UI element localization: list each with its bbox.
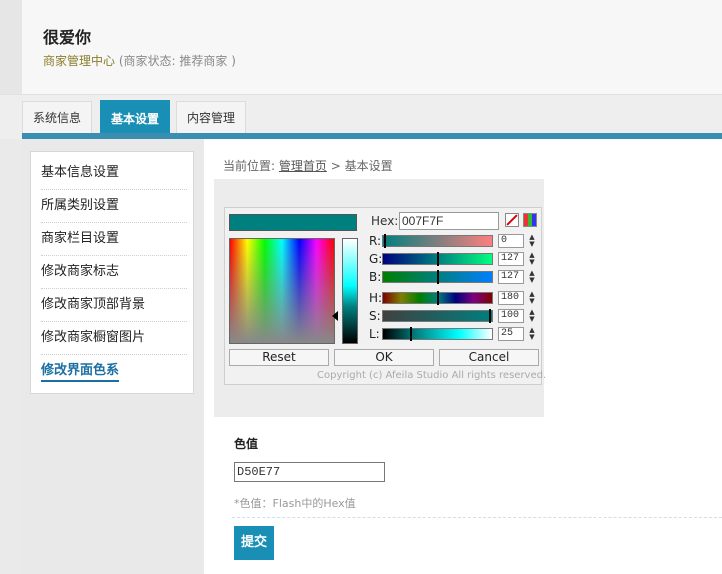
slider-l-thumb[interactable] [410, 327, 412, 341]
sidebar-item-logo[interactable]: 修改商家标志 [41, 256, 187, 289]
submit-button[interactable]: 提交 [234, 526, 274, 560]
header-left-strip [0, 0, 22, 94]
main-content: 当前位置: 管理首页 > 基本设置 Hex: 007F7F R: 0 ▲ ▼ G:… [204, 139, 722, 574]
slider-l[interactable] [382, 327, 493, 341]
channel-s-label: S: [369, 309, 381, 323]
luminance-bar[interactable] [342, 238, 358, 344]
tab-content-management[interactable]: 内容管理 [176, 101, 246, 133]
page-header: 很爱你 商家管理中心 (商家状态: 推荐商家 ) [0, 0, 722, 95]
color-picker-area: Hex: 007F7F R: 0 ▲ ▼ G: 127 ▲ ▼ B: 127 ▲ ▼ … [214, 179, 546, 417]
spinner-b-icon[interactable]: ▲ ▼ [527, 270, 537, 284]
value-s[interactable]: 100 [498, 309, 524, 323]
form-divider [232, 517, 722, 518]
hex-label: Hex: [371, 214, 399, 228]
palette-icon[interactable] [523, 213, 537, 227]
channel-b-label: B: [369, 270, 382, 284]
slider-r[interactable] [382, 234, 493, 248]
slider-b-thumb[interactable] [437, 270, 439, 284]
sidebar-item-color-scheme[interactable]: 修改界面色系 [41, 355, 187, 387]
no-color-icon[interactable] [505, 213, 519, 227]
breadcrumb: 当前位置: 管理首页 > 基本设置 [223, 157, 393, 174]
slider-b[interactable] [382, 270, 493, 284]
value-g[interactable]: 127 [498, 252, 524, 266]
sidebar-item-columns[interactable]: 商家栏目设置 [41, 223, 187, 256]
picker-copyright: Copyright (c) Afeila Studio All rights r… [317, 370, 547, 381]
channel-l-label: L: [369, 327, 380, 341]
luminance-pointer-icon[interactable] [332, 311, 338, 321]
breadcrumb-separator: > [330, 159, 341, 173]
channel-r-label: R: [369, 234, 382, 248]
sidebar-item-category[interactable]: 所属类别设置 [41, 190, 187, 223]
spinner-r-icon[interactable]: ▲ ▼ [527, 234, 537, 248]
spinner-g-icon[interactable]: ▲ ▼ [527, 252, 537, 266]
hue-saturation-field[interactable] [229, 238, 335, 344]
cancel-button[interactable]: Cancel [439, 349, 539, 366]
hex-input[interactable]: 007F7F [399, 212, 499, 230]
header-subline: 商家管理中心 (商家状态: 推荐商家 ) [43, 52, 236, 69]
value-r[interactable]: 0 [498, 234, 524, 248]
breadcrumb-home-link[interactable]: 管理首页 [279, 159, 327, 173]
color-value-input[interactable]: D50E77 [234, 462, 385, 482]
sidebar-item-basic-info[interactable]: 基本信息设置 [41, 157, 187, 190]
value-b[interactable]: 127 [498, 270, 524, 284]
slider-g-thumb[interactable] [437, 252, 439, 266]
sidebar: 基本信息设置 所属类别设置 商家栏目设置 修改商家标志 修改商家顶部背景 修改商… [22, 139, 202, 574]
selected-color-swatch [229, 214, 357, 231]
sidebar-item-label: 修改界面色系 [41, 363, 120, 382]
slider-h[interactable] [382, 291, 493, 305]
color-value-label: 色值 [234, 437, 259, 451]
slider-h-thumb[interactable] [437, 291, 439, 305]
channel-g-label: G: [369, 252, 383, 266]
reset-button[interactable]: Reset [229, 349, 329, 366]
color-picker: Hex: 007F7F R: 0 ▲ ▼ G: 127 ▲ ▼ B: 127 ▲ ▼ … [224, 207, 546, 385]
merchant-status: (商家状态: 推荐商家 ) [118, 54, 236, 68]
sidebar-item-window-images[interactable]: 修改商家橱窗图片 [41, 322, 187, 355]
sidebar-item-top-background[interactable]: 修改商家顶部背景 [41, 289, 187, 322]
breadcrumb-prefix: 当前位置: [223, 159, 276, 173]
spinner-s-icon[interactable]: ▲ ▼ [527, 309, 537, 323]
color-value-hint: *色值：Flash中的Hex值 [234, 497, 356, 510]
value-l[interactable]: 25 [498, 327, 524, 341]
slider-s-thumb[interactable] [489, 309, 491, 323]
tab-system-info[interactable]: 系统信息 [22, 101, 92, 133]
merchant-center-link[interactable]: 商家管理中心 [43, 54, 115, 68]
slider-r-thumb[interactable] [384, 234, 386, 248]
main-tabs: 系统信息 基本设置 内容管理 [0, 95, 722, 139]
spinner-h-icon[interactable]: ▲ ▼ [527, 291, 537, 305]
ok-button[interactable]: OK [334, 349, 434, 366]
spinner-l-icon[interactable]: ▲ ▼ [527, 327, 537, 341]
slider-g[interactable] [382, 252, 493, 266]
breadcrumb-current: 基本设置 [344, 159, 393, 173]
shop-title: 很爱你 [43, 28, 92, 47]
channel-h-label: H: [369, 291, 383, 305]
slider-s[interactable] [382, 309, 493, 323]
sidebar-panel: 基本信息设置 所属类别设置 商家栏目设置 修改商家标志 修改商家顶部背景 修改商… [30, 151, 194, 394]
value-h[interactable]: 180 [498, 291, 524, 305]
